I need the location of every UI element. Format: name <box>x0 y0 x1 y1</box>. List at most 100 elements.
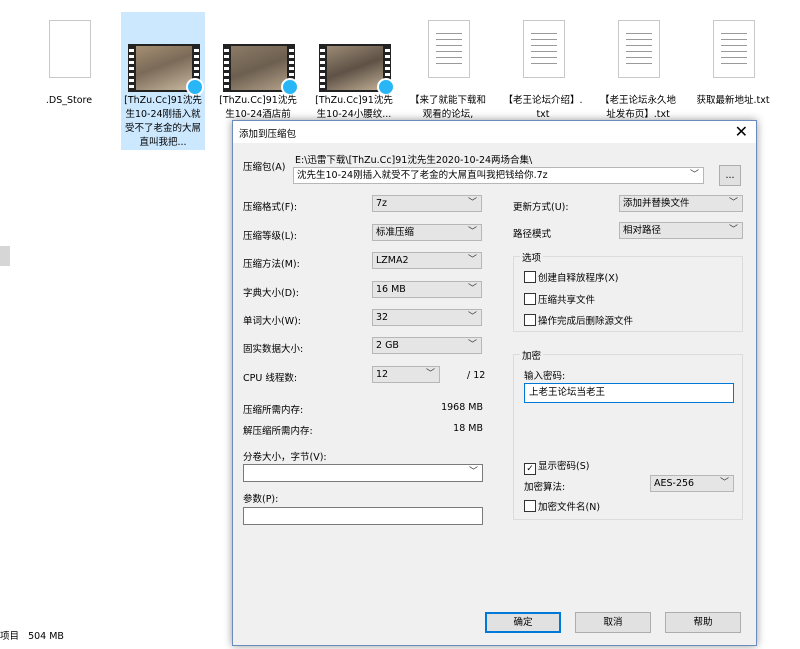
cpu-threads-select[interactable]: 12 ﹀ <box>372 366 440 383</box>
chevron-down-icon: ﹀ <box>468 467 478 477</box>
chevron-down-icon: ﹀ <box>689 170 699 180</box>
update-mode-value: 添加并替换文件 <box>623 198 690 209</box>
encrypt-names-label: 加密文件名(N) <box>538 502 601 513</box>
decompress-memory-value: 18 MB <box>453 423 483 434</box>
cpu-threads-value: 12 <box>376 369 389 380</box>
checkbox-icon <box>524 500 536 512</box>
file-name: [ThZu.Cc]91沈先生10-24刚插入就受不了老金的大屌直叫我把... <box>124 95 202 148</box>
split-size-label: 分卷大小，字节(V): <box>243 452 327 463</box>
options-group: 选项 创建自释放程序(X) 压缩共享文件 操作完成后删除源文件 <box>513 250 743 332</box>
compress-memory-label: 压缩所需内存: <box>243 405 304 416</box>
level-label: 压缩等级(L): <box>243 231 297 242</box>
cpu-threads-max: / 12 <box>467 370 486 381</box>
file-name: 获取最新地址.txt <box>696 95 770 106</box>
status-items-text: 项目 <box>0 631 20 642</box>
path-mode-value: 相对路径 <box>623 225 662 236</box>
solid-size-select[interactable]: 2 GB ﹀ <box>372 337 482 354</box>
file-name: 【老王论坛永久地址发布页】.txt <box>599 95 676 120</box>
video-thumbnail-icon <box>223 44 299 96</box>
chevron-down-icon: ﹀ <box>467 312 477 322</box>
dictionary-label: 字典大小(D): <box>243 288 299 299</box>
dialog-title: 添加到压缩包 <box>239 129 297 140</box>
archive-directory: E:\迅雷下载\[ThZu.Cc]91沈先生2020-10-24两场合集\ <box>295 155 533 166</box>
params-label: 参数(P): <box>243 494 279 505</box>
level-value: 标准压缩 <box>376 227 415 238</box>
cpu-threads-label: CPU 线程数: <box>243 373 298 384</box>
path-mode-select[interactable]: 相对路径 ﹀ <box>619 222 743 239</box>
format-select[interactable]: 7z ﹀ <box>372 195 482 212</box>
video-thumbnail-icon <box>128 44 204 96</box>
chevron-down-icon: ﹀ <box>467 198 477 208</box>
ok-button[interactable]: 确定 <box>485 612 561 633</box>
chevron-down-icon: ﹀ <box>728 225 738 235</box>
word-size-select[interactable]: 32 ﹀ <box>372 309 482 326</box>
decompress-memory-label: 解压缩所需内存: <box>243 426 313 437</box>
chevron-down-icon: ﹀ <box>467 255 477 265</box>
word-size-value: 32 <box>376 312 389 323</box>
help-button[interactable]: 帮助 <box>665 612 741 633</box>
text-document-icon <box>428 20 470 78</box>
file-name: [ThZu.Cc]91沈先生10-24小腰纹... <box>315 95 393 120</box>
dictionary-value: 16 MB <box>376 284 406 295</box>
file-name: .DS_Store <box>45 95 93 106</box>
archive-label: 压缩包(A) <box>243 162 286 173</box>
encrypt-names-checkbox[interactable]: 加密文件名(N) <box>524 499 600 513</box>
checkmark-icon: ✓ <box>524 463 536 475</box>
solid-size-value: 2 GB <box>376 340 399 351</box>
update-mode-label: 更新方式(U): <box>513 202 569 213</box>
delete-after-label: 操作完成后删除源文件 <box>538 316 634 327</box>
dictionary-select[interactable]: 16 MB ﹀ <box>372 281 482 298</box>
chevron-down-icon: ﹀ <box>425 369 435 379</box>
encryption-title: 加密 <box>520 348 544 362</box>
method-select[interactable]: LZMA2 ﹀ <box>372 252 482 269</box>
close-icon[interactable]: ✕ <box>735 121 748 143</box>
update-mode-select[interactable]: 添加并替换文件 ﹀ <box>619 195 743 212</box>
delete-after-checkbox[interactable]: 操作完成后删除源文件 <box>524 313 633 327</box>
chevron-down-icon: ﹀ <box>467 284 477 294</box>
cancel-button[interactable]: 取消 <box>575 612 651 633</box>
split-size-combo[interactable]: ﹀ <box>243 464 483 482</box>
method-label: 压缩方法(M): <box>243 259 300 270</box>
options-title: 选项 <box>520 250 544 264</box>
archive-name-value: 沈先生10-24刚插入就受不了老金的大屌直叫我把钱给你.7z <box>297 170 548 181</box>
format-label: 压缩格式(F): <box>243 202 298 213</box>
file-ds-store[interactable]: .DS_Store <box>27 12 111 150</box>
solid-size-label: 固实数据大小: <box>243 344 304 355</box>
password-input[interactable]: 上老王论坛当老王 <box>524 383 734 403</box>
password-label: 输入密码: <box>524 371 566 382</box>
file-video-1[interactable]: [ThZu.Cc]91沈先生10-24刚插入就受不了老金的大屌直叫我把... <box>121 12 205 150</box>
level-select[interactable]: 标准压缩 ﹀ <box>372 224 482 241</box>
chevron-down-icon: ﹀ <box>467 340 477 350</box>
text-document-icon <box>523 20 565 78</box>
shared-files-checkbox[interactable]: 压缩共享文件 <box>524 292 595 306</box>
compress-memory-value: 1968 MB <box>441 402 483 413</box>
add-to-archive-dialog: 添加到压缩包 ✕ 压缩包(A) E:\迅雷下载\[ThZu.Cc]91沈先生20… <box>232 120 757 646</box>
chevron-down-icon: ﹀ <box>719 478 729 488</box>
algorithm-label: 加密算法: <box>524 482 566 493</box>
video-thumbnail-icon <box>319 44 395 96</box>
chevron-down-icon: ﹀ <box>728 198 738 208</box>
text-document-icon <box>618 20 660 78</box>
text-document-icon <box>713 20 755 78</box>
blank-file-icon <box>49 20 91 78</box>
method-value: LZMA2 <box>376 255 409 266</box>
dialog-titlebar[interactable]: 添加到压缩包 ✕ <box>233 121 756 143</box>
encryption-group: 加密 输入密码: 上老王论坛当老王 ✓ 显示密码(S) 加密算法: AES-256… <box>513 348 743 520</box>
format-value: 7z <box>376 198 388 209</box>
checkbox-icon <box>524 293 536 305</box>
algorithm-select[interactable]: AES-256 ﹀ <box>650 475 734 492</box>
file-name: 【老王论坛介绍】.txt <box>503 95 583 120</box>
show-password-label: 显示密码(S) <box>538 461 590 472</box>
archive-name-combo[interactable]: 沈先生10-24刚插入就受不了老金的大屌直叫我把钱给你.7z ﹀ <box>293 167 704 184</box>
show-password-checkbox[interactable]: ✓ 显示密码(S) <box>524 458 589 475</box>
checkbox-icon <box>524 314 536 326</box>
browse-button[interactable]: ... <box>719 165 741 186</box>
sfx-checkbox[interactable]: 创建自释放程序(X) <box>524 270 618 284</box>
params-input[interactable] <box>243 507 483 525</box>
side-scroll-handle[interactable] <box>0 246 10 266</box>
status-size: 504 MB <box>28 631 64 642</box>
path-mode-label: 路径模式 <box>513 229 552 240</box>
chevron-down-icon: ﹀ <box>467 227 477 237</box>
algorithm-value: AES-256 <box>654 478 695 489</box>
checkbox-icon <box>524 271 536 283</box>
